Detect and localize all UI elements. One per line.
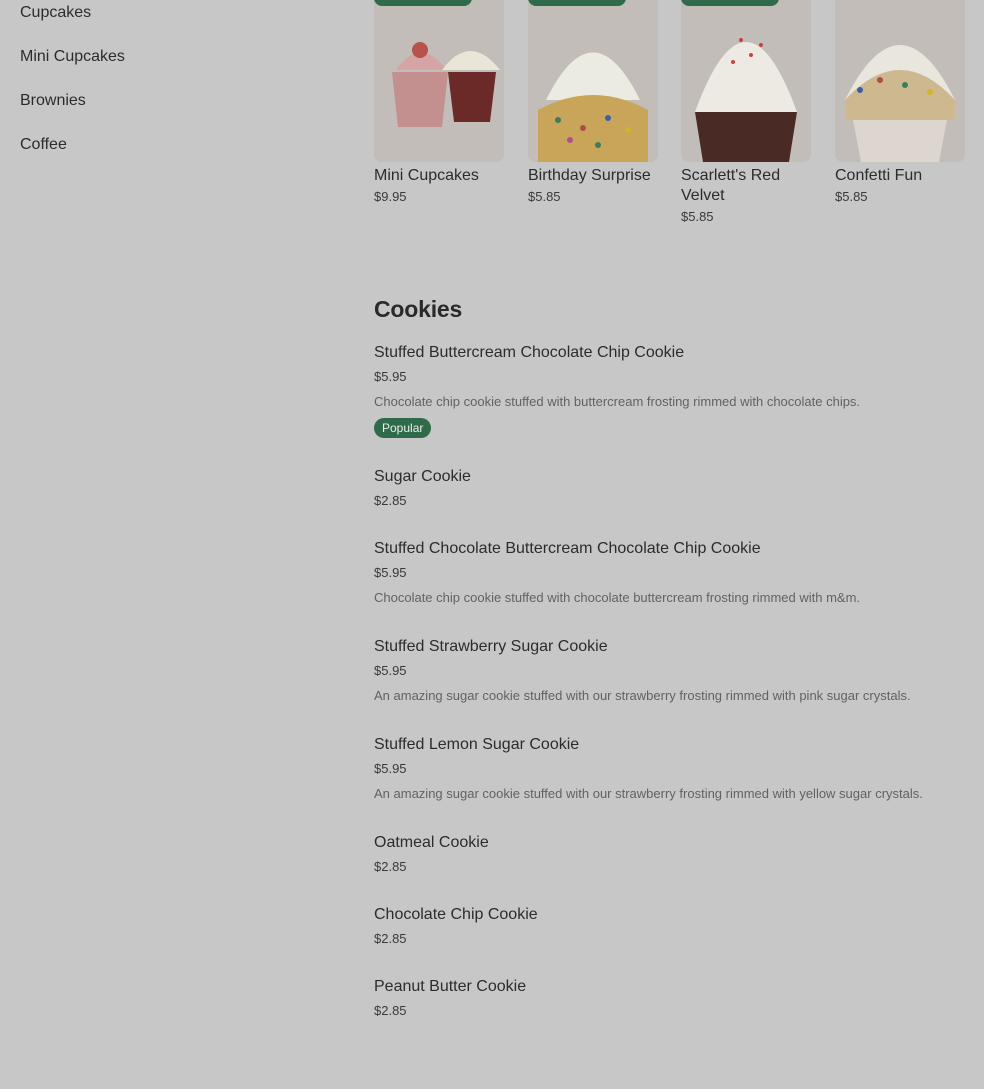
red-velvet-photo-icon [681, 0, 811, 162]
item-price: $2.85 [374, 493, 407, 508]
featured-name: Mini Cupcakes [374, 167, 479, 184]
featured-carousel: Mini Cupcakes $9.95 Birthday Surprise $5… [374, 0, 965, 240]
card-tag [528, 0, 626, 6]
featured-price: $5.85 [681, 209, 714, 224]
item-description: An amazing sugar cookie stuffed with our… [374, 786, 923, 801]
list-item[interactable]: Chocolate Chip Cookie $2.85 [374, 904, 944, 976]
featured-price: $5.85 [528, 189, 561, 204]
item-description: Chocolate chip cookie stuffed with butte… [374, 394, 861, 409]
cookie-list: Stuffed Buttercream Chocolate Chip Cooki… [374, 342, 944, 1048]
item-price: $5.95 [374, 565, 407, 580]
item-name: Stuffed Lemon Sugar Cookie [374, 736, 580, 753]
item-description: An amazing sugar cookie stuffed with our… [374, 688, 911, 703]
featured-name: Birthday Surprise [528, 167, 651, 184]
sidebar-item-cupcakes[interactable]: Cupcakes [20, 0, 320, 44]
category-sidebar: Cupcakes Mini Cupcakes Brownies Coffee [20, 0, 320, 176]
list-item[interactable]: Stuffed Lemon Sugar Cookie $5.95 An amaz… [374, 734, 944, 832]
item-price: $5.95 [374, 761, 407, 776]
item-price: $2.85 [374, 1003, 407, 1018]
section-title: Cookies [374, 296, 463, 322]
featured-name: Scarlett's Red Velvet [681, 167, 781, 204]
list-item[interactable]: Stuffed Buttercream Chocolate Chip Cooki… [374, 342, 944, 466]
sidebar-item-brownies[interactable]: Brownies [20, 88, 320, 132]
item-price: $2.85 [374, 931, 407, 946]
sidebar-item-mini-cupcakes[interactable]: Mini Cupcakes [20, 44, 320, 88]
featured-price: $5.85 [835, 189, 868, 204]
featured-price: $9.95 [374, 189, 407, 204]
confetti-fun-photo-icon [835, 0, 965, 162]
card-tag [681, 0, 779, 6]
list-item[interactable]: Stuffed Chocolate Buttercream Chocolate … [374, 538, 944, 636]
list-item[interactable]: Stuffed Strawberry Sugar Cookie $5.95 An… [374, 636, 944, 734]
item-name: Stuffed Buttercream Chocolate Chip Cooki… [374, 344, 685, 361]
popular-badge: Popular [374, 418, 432, 438]
sidebar-item-coffee[interactable]: Coffee [20, 132, 320, 176]
item-name: Stuffed Strawberry Sugar Cookie [374, 638, 608, 655]
item-description: Chocolate chip cookie stuffed with choco… [374, 590, 861, 605]
card-tag [374, 0, 472, 6]
menu-main: Mini Cupcakes $9.95 Birthday Surprise $5… [374, 0, 965, 1018]
list-item[interactable]: Oatmeal Cookie $2.85 [374, 832, 944, 904]
featured-name: Confetti Fun [835, 167, 923, 184]
item-name: Stuffed Chocolate Buttercream Chocolate … [374, 540, 761, 557]
birthday-surprise-photo-icon [528, 0, 658, 162]
item-price: $5.95 [374, 369, 407, 384]
item-name: Oatmeal Cookie [374, 834, 489, 851]
item-name: Sugar Cookie [374, 468, 471, 485]
featured-card-birthday-surprise[interactable]: Birthday Surprise $5.85 [528, 0, 658, 204]
mini-cupcakes-photo-icon [374, 0, 504, 162]
item-price: $5.95 [374, 663, 407, 678]
list-item[interactable]: Sugar Cookie $2.85 [374, 466, 944, 538]
item-price: $2.85 [374, 859, 407, 874]
item-name: Chocolate Chip Cookie [374, 906, 538, 923]
list-item[interactable]: Peanut Butter Cookie $2.85 [374, 976, 944, 1048]
item-name: Peanut Butter Cookie [374, 978, 527, 995]
featured-card-confetti-fun[interactable]: Confetti Fun $5.85 [835, 0, 965, 204]
featured-card-red-velvet[interactable]: Scarlett's Red Velvet $5.85 [681, 0, 811, 224]
featured-card-mini-cupcakes[interactable]: Mini Cupcakes $9.95 [374, 0, 504, 204]
